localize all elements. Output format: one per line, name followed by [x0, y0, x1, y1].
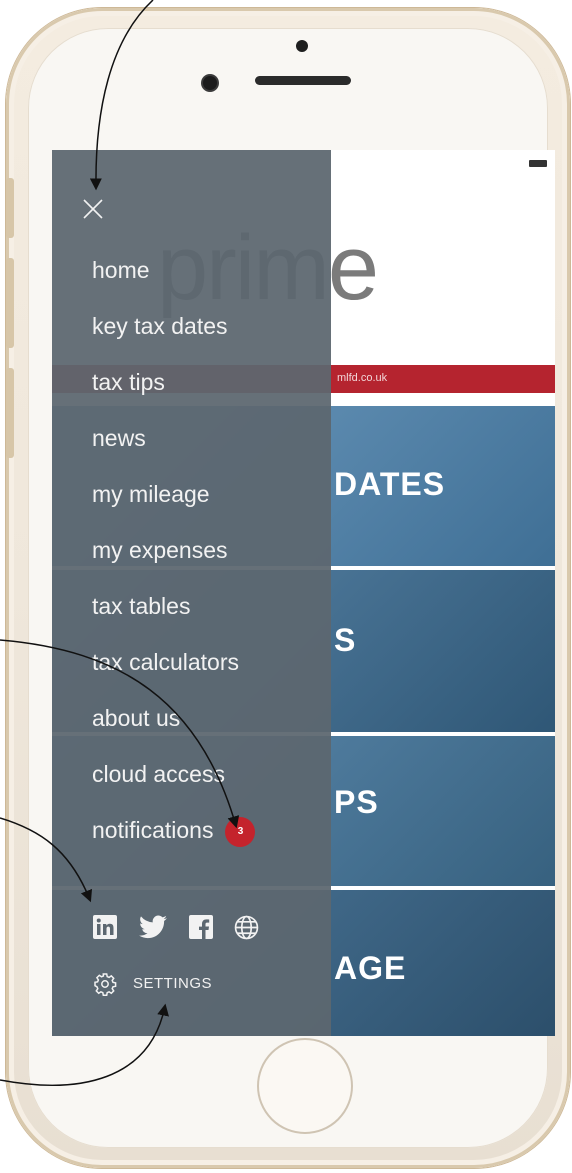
tile-label: PS [334, 784, 379, 820]
menu-item-label: tax tables [92, 593, 191, 619]
menu-item-label: home [92, 257, 150, 283]
menu-item-label: my expenses [92, 537, 228, 563]
side-menu: home key tax dates tax tips news my mile… [52, 150, 331, 1036]
menu-item-label: cloud access [92, 761, 225, 787]
menu-item-tax-tips[interactable]: tax tips [92, 366, 255, 422]
gear-icon [94, 973, 117, 996]
menu-item-key-tax-dates[interactable]: key tax dates [92, 310, 255, 366]
tile-label: DATES [334, 466, 446, 502]
menu-item-news[interactable]: news [92, 422, 255, 478]
close-icon[interactable] [82, 198, 104, 220]
front-camera [203, 76, 217, 90]
mute-switch [6, 178, 14, 238]
menu-item-my-expenses[interactable]: my expenses [92, 534, 255, 590]
menu-item-label: tax tips [92, 369, 165, 395]
earpiece-speaker [255, 76, 351, 85]
menu-item-label: key tax dates [92, 313, 228, 339]
phone-screen: prime mlfd.co.uk DATES S PS AGE home key… [52, 150, 555, 1036]
battery-icon [529, 160, 547, 167]
menu-item-label: about us [92, 705, 181, 731]
menu-item-tax-calculators[interactable]: tax calculators [92, 646, 255, 702]
tile-label: S [334, 622, 357, 658]
tile-label: AGE [334, 950, 407, 986]
volume-up-button [6, 258, 14, 348]
facebook-icon[interactable] [189, 915, 213, 944]
notification-badge: 3 [225, 816, 256, 847]
header-strip-text: mlfd.co.uk [337, 372, 388, 384]
menu-list: home key tax dates tax tips news my mile… [92, 254, 256, 870]
linkedin-icon[interactable] [93, 915, 117, 944]
menu-item-home[interactable]: home [92, 254, 255, 310]
menu-item-cloud-access[interactable]: cloud access [92, 758, 255, 814]
home-button[interactable] [257, 1038, 353, 1134]
menu-item-my-mileage[interactable]: my mileage [92, 478, 255, 534]
menu-item-tax-tables[interactable]: tax tables [92, 590, 255, 646]
menu-item-label: notifications [92, 817, 214, 843]
proximity-sensor [296, 40, 308, 52]
globe-icon[interactable] [234, 915, 259, 945]
menu-item-about-us[interactable]: about us [92, 702, 255, 758]
menu-item-label: news [92, 425, 146, 451]
settings-label: SETTINGS [133, 975, 213, 992]
menu-item-label: my mileage [92, 481, 210, 507]
menu-item-notifications[interactable]: notifications 3 [92, 814, 256, 870]
twitter-icon[interactable] [139, 915, 167, 944]
volume-down-button [6, 368, 14, 458]
menu-item-label: tax calculators [92, 649, 240, 675]
